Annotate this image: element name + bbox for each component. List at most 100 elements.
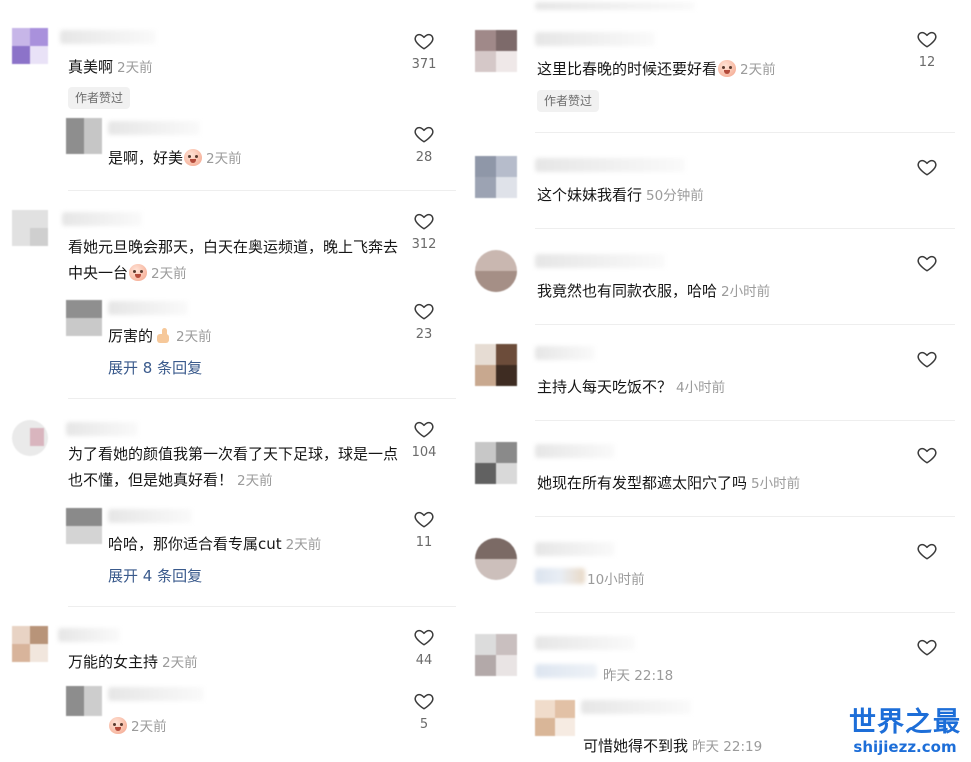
- divider: [68, 190, 456, 191]
- divider: [68, 398, 456, 399]
- like-count: 5: [419, 717, 429, 732]
- comment-text: 这里比春晚的时候还要好看 2天前: [537, 60, 776, 78]
- username-blurred[interactable]: [108, 687, 204, 701]
- username-blurred[interactable]: [535, 158, 685, 172]
- username-blurred[interactable]: [535, 2, 695, 10]
- like-count: 44: [415, 653, 433, 668]
- avatar[interactable]: [475, 634, 517, 676]
- reply-text: 厉害的 2天前: [108, 327, 212, 345]
- heart-icon: [916, 156, 938, 178]
- like-count: 11: [415, 535, 433, 550]
- heart-icon: [916, 540, 938, 562]
- username-blurred[interactable]: [535, 346, 595, 360]
- username-blurred[interactable]: [62, 212, 142, 226]
- avatar[interactable]: [12, 626, 48, 662]
- like-button[interactable]: [907, 636, 947, 658]
- comment-text: 10小时前: [587, 572, 645, 588]
- reply-text: 哈哈，那你适合看专属cut 2天前: [108, 535, 322, 553]
- like-button[interactable]: 28: [404, 123, 444, 167]
- site-watermark: 世界之最 shijiezz.com: [849, 707, 961, 757]
- watermark-title: 世界之最: [849, 707, 961, 738]
- username-blurred[interactable]: [535, 542, 615, 556]
- comment-text: 主持人每天吃饭不？ 4小时前: [537, 378, 726, 396]
- divider: [535, 324, 955, 325]
- right-comment-panel: 这里比春晚的时候还要好看 2天前 作者赞过 12 这个妹妹我看行 50分钟前 我竟然…: [471, 0, 971, 762]
- like-count: 12: [918, 55, 936, 70]
- left-comment-panel: 真美啊 2天前 作者赞过 371 是啊，好美 2天前 28 看她元旦晚会那天，白天在…: [0, 0, 466, 762]
- comment-text-blurred: [535, 568, 585, 584]
- divider: [535, 132, 955, 133]
- username-blurred[interactable]: [108, 301, 188, 315]
- avatar[interactable]: [475, 538, 517, 580]
- username-blurred[interactable]: [66, 422, 138, 436]
- username-blurred[interactable]: [58, 628, 120, 642]
- comment-text: 这个妹妹我看行 50分钟前: [537, 186, 704, 204]
- username-blurred[interactable]: [581, 700, 691, 714]
- like-button[interactable]: 312: [404, 210, 444, 254]
- avatar[interactable]: [475, 442, 517, 484]
- username-blurred[interactable]: [108, 121, 200, 135]
- avatar[interactable]: [475, 156, 517, 198]
- like-button[interactable]: 104: [404, 418, 444, 462]
- like-button[interactable]: 371: [404, 30, 444, 74]
- like-button[interactable]: 23: [404, 300, 444, 344]
- heart-icon: [413, 123, 435, 145]
- expand-replies-link[interactable]: 展开 8 条回复: [108, 357, 202, 379]
- avatar[interactable]: [12, 28, 48, 64]
- heart-icon: [413, 418, 435, 440]
- divider: [68, 606, 456, 607]
- comment-text: 真美啊 2天前: [68, 58, 153, 76]
- comment-text-blurred: [535, 664, 597, 678]
- like-button[interactable]: [907, 348, 947, 370]
- avatar[interactable]: [12, 210, 48, 246]
- avatar[interactable]: [66, 686, 102, 716]
- username-blurred[interactable]: [535, 444, 615, 458]
- comment-text: 我竟然也有同款衣服，哈哈 2小时前: [537, 282, 771, 300]
- comment-text: 她现在所有发型都遮太阳穴了吗 5小时前: [537, 474, 801, 492]
- like-count: 104: [411, 445, 437, 460]
- heart-icon: [916, 252, 938, 274]
- heart-icon: [916, 444, 938, 466]
- expand-replies-link[interactable]: 展开 4 条回复: [108, 565, 202, 587]
- like-count: 371: [411, 57, 437, 72]
- username-blurred[interactable]: [535, 636, 635, 650]
- heart-icon: [413, 210, 435, 232]
- username-blurred[interactable]: [535, 32, 655, 46]
- heart-icon: [916, 636, 938, 658]
- like-button[interactable]: 44: [404, 626, 444, 670]
- heart-icon: [413, 30, 435, 52]
- like-button[interactable]: 12: [907, 28, 947, 72]
- heart-icon: [413, 300, 435, 322]
- like-button[interactable]: 11: [404, 508, 444, 552]
- comment-time: 2天前: [117, 60, 153, 76]
- avatar[interactable]: [12, 420, 48, 456]
- like-button[interactable]: [907, 540, 947, 562]
- avatar[interactable]: [475, 250, 517, 292]
- username-blurred[interactable]: [60, 30, 156, 44]
- heart-icon: [413, 626, 435, 648]
- like-button[interactable]: 5: [404, 690, 444, 734]
- like-count: 28: [415, 150, 433, 165]
- username-blurred[interactable]: [108, 509, 192, 523]
- author-liked-badge: 作者赞过: [68, 87, 131, 109]
- reply-text: 是啊，好美 2天前: [108, 149, 242, 167]
- avatar[interactable]: [66, 300, 102, 336]
- avatar[interactable]: [66, 508, 102, 544]
- heart-icon: [413, 508, 435, 530]
- author-liked-badge: 作者赞过: [537, 90, 600, 112]
- divider: [535, 420, 955, 421]
- watermark-url: shijiezz.com: [853, 738, 957, 756]
- avatar[interactable]: [535, 700, 575, 736]
- avatar[interactable]: [475, 30, 517, 72]
- like-button[interactable]: [907, 156, 947, 178]
- comment-text: 为了看她的颜值我第一次看了天下足球，球是一点也不懂，但是她真好看！ 2天前: [68, 445, 399, 489]
- like-button[interactable]: [907, 444, 947, 466]
- divider: [535, 228, 955, 229]
- like-button[interactable]: [907, 252, 947, 274]
- avatar[interactable]: [475, 344, 517, 386]
- avatar[interactable]: [66, 118, 102, 154]
- like-count: 23: [415, 327, 433, 342]
- reply-text: 可惜她得不到我 昨天 22:19: [583, 737, 763, 755]
- username-blurred[interactable]: [535, 254, 665, 268]
- peach-emoji-icon: [129, 264, 148, 281]
